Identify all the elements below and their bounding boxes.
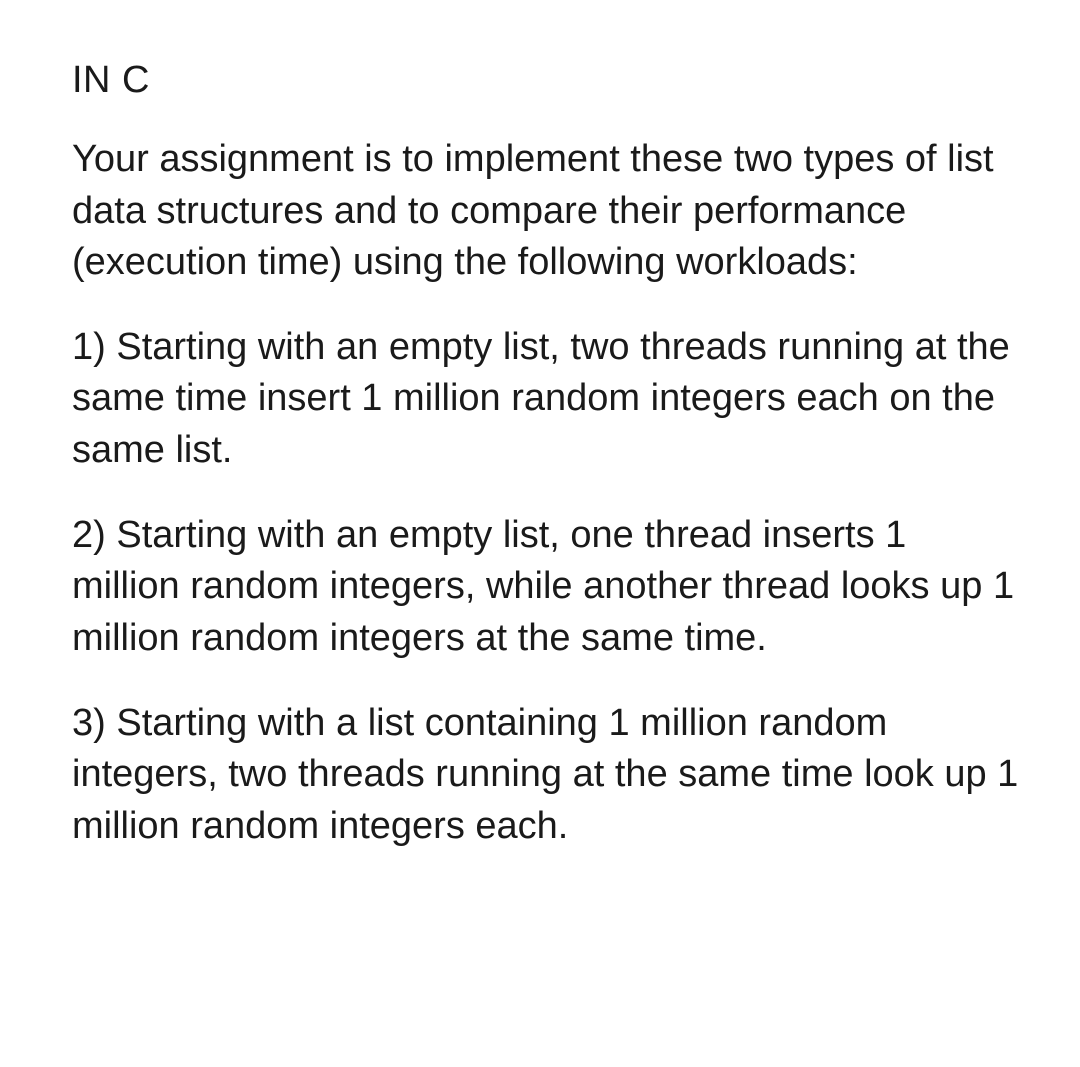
document-heading: IN C (72, 55, 1022, 106)
workload-item-1: 1) Starting with an empty list, two thre… (72, 322, 1022, 476)
workload-item-2: 2) Starting with an empty list, one thre… (72, 510, 1022, 664)
workload-item-3: 3) Starting with a list containing 1 mil… (72, 698, 1022, 852)
intro-paragraph: Your assignment is to implement these tw… (72, 134, 1022, 288)
